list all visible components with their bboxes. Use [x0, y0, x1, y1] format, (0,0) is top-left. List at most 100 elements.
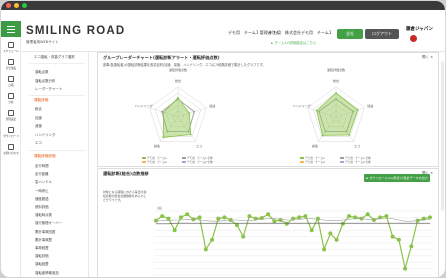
- nav-detail-item-9[interactable]: 累計事故歴: [35, 237, 52, 242]
- nav-detail-item-7[interactable]: 運行管理オーバー: [35, 220, 62, 225]
- nav-detail-item-12[interactable]: 運転経歴: [35, 261, 49, 266]
- nav-detail-item-10[interactable]: 事故経歴: [35, 245, 49, 250]
- radar-panel-toggle[interactable]: 開く ×: [422, 55, 433, 60]
- main-scrollbar[interactable]: [441, 61, 444, 211]
- line-point[interactable]: [347, 214, 352, 219]
- app-logo[interactable]: SMILING ROAD: [26, 25, 125, 37]
- line-point[interactable]: [197, 215, 202, 220]
- close-window-icon[interactable]: [6, 3, 11, 8]
- line-point[interactable]: [166, 216, 171, 221]
- line-point[interactable]: [203, 247, 208, 252]
- line-point[interactable]: [409, 244, 414, 249]
- nav-detail-item-1[interactable]: 走行距離: [35, 171, 49, 176]
- line-point[interactable]: [210, 237, 215, 242]
- nav-detail-item-11[interactable]: 運転評価: [35, 253, 49, 258]
- nav-general-item-0[interactable]: 運転点数: [35, 69, 49, 74]
- radar-point: [188, 112, 191, 115]
- line-point[interactable]: [328, 231, 333, 236]
- maximize-window-icon[interactable]: [22, 3, 27, 8]
- line-point[interactable]: [247, 214, 252, 219]
- section-driving-detail: 運転詳細評価: [34, 154, 56, 158]
- radar-point: [162, 111, 165, 114]
- line-point[interactable]: [297, 215, 302, 220]
- radar-axis-label: ハンドリング: [135, 103, 153, 108]
- line-point[interactable]: [340, 221, 345, 226]
- line-point[interactable]: [278, 217, 283, 222]
- iconbar-label: 安全運転: [5, 67, 17, 70]
- nav-detail-item-6[interactable]: 運転時点検: [35, 212, 52, 217]
- nav-score-item-2[interactable]: 減速: [35, 123, 42, 128]
- line-point[interactable]: [396, 237, 401, 242]
- nav-score-item-1[interactable]: 加速: [35, 115, 42, 120]
- menu-toggle-button[interactable]: [1, 21, 21, 37]
- iconbar-item-6[interactable]: お問い合わせ: [1, 143, 21, 157]
- csv-download-button[interactable]: ► ダウンロード(csv形式)で集計データの出力: [364, 174, 430, 182]
- line-point[interactable]: [241, 234, 246, 239]
- line-point[interactable]: [334, 237, 339, 242]
- nav-score-item-0[interactable]: 総合: [35, 106, 42, 111]
- score-panel-title: 運転診断(総合)点数推移: [103, 171, 149, 176]
- mode-select-button[interactable]: 全社: [337, 29, 363, 39]
- settings-link[interactable]: ► チーム1の詳細設定はこちら: [271, 40, 316, 45]
- iconbar-item-0[interactable]: スケジュール: [1, 41, 21, 55]
- iconbar-item-4[interactable]: 管理設定: [1, 109, 21, 123]
- nav-detail-item-3[interactable]: 一時停止: [35, 188, 49, 193]
- line-point[interactable]: [284, 221, 289, 226]
- nav-detail-item-0[interactable]: 走行時間: [35, 163, 49, 168]
- line-point[interactable]: [154, 218, 158, 223]
- line-point[interactable]: [160, 214, 165, 219]
- chart-icon: [8, 93, 14, 99]
- line-point[interactable]: [365, 212, 370, 217]
- line-point[interactable]: [303, 214, 308, 219]
- iconbar-item-2[interactable]: 日報: [1, 75, 21, 89]
- minimize-window-icon[interactable]: [14, 3, 19, 8]
- line-point[interactable]: [371, 217, 376, 222]
- line-point[interactable]: [216, 216, 221, 221]
- icon-sidebar: スケジュール安全運転日報分析管理設定ダウンロードお問い合わせ: [1, 21, 21, 277]
- iconbar-item-1[interactable]: 安全運転: [1, 58, 21, 72]
- nav-detail-item-2[interactable]: 急ハンドル: [35, 179, 52, 184]
- nav-score-item-3[interactable]: ハンドリング: [35, 132, 55, 137]
- section-driving-score: 運転評価: [34, 98, 49, 102]
- line-point[interactable]: [172, 228, 177, 233]
- line-point[interactable]: [234, 223, 239, 228]
- gear-icon: [8, 110, 14, 116]
- line-point[interactable]: [384, 214, 389, 219]
- iconbar-item-3[interactable]: 分析: [1, 92, 21, 106]
- logout-button[interactable]: ログアウト: [365, 29, 399, 39]
- score-trend-panel: 運転診断(総合)点数推移 開く × ► ダウンロード(csv形式)で集計データの…: [97, 168, 439, 277]
- line-point[interactable]: [185, 212, 190, 217]
- legend-swatch: [182, 157, 186, 159]
- legend-swatch: [340, 157, 344, 159]
- line-point[interactable]: [178, 215, 183, 220]
- line-point[interactable]: [266, 212, 271, 217]
- nav-general-item-1[interactable]: 運転点数分析: [35, 78, 55, 83]
- line-point[interactable]: [315, 216, 320, 221]
- graph-select-link[interactable]: エコ運転・改善グラフ選択: [34, 54, 75, 59]
- nav-detail-item-4[interactable]: 速度超過: [35, 196, 49, 201]
- nav-score-item-4[interactable]: エコ: [35, 140, 42, 145]
- line-point[interactable]: [309, 228, 314, 233]
- line-point[interactable]: [428, 215, 432, 220]
- legend-swatch: [142, 157, 146, 159]
- line-point[interactable]: [403, 266, 408, 271]
- legend-swatch: [182, 161, 186, 163]
- iconbar-item-5[interactable]: ダウンロード: [1, 126, 21, 140]
- radar-series-0: [316, 92, 359, 136]
- radar-axis-label: エコ: [354, 144, 360, 148]
- line-point[interactable]: [222, 215, 227, 220]
- window-titlebar: [1, 1, 445, 10]
- nav-detail-item-13[interactable]: 運転者情報追加: [35, 270, 59, 275]
- legend-swatch: [340, 161, 344, 163]
- nav-detail-item-8[interactable]: 累計事故回数: [35, 229, 55, 234]
- line-point[interactable]: [272, 219, 277, 224]
- line-point[interactable]: [322, 247, 327, 252]
- side-navigation: エコ運転・改善グラフ選択 運転点数運転点数分析レーダーチャート 運転評価 総合加…: [21, 52, 89, 277]
- nav-general-item-2[interactable]: レーダーチャート: [35, 86, 62, 91]
- legend-label: デモ用 チーム2 全体: [345, 161, 371, 164]
- radar-series-0: [162, 97, 192, 138]
- line-point[interactable]: [390, 234, 395, 239]
- iconbar-label: お問い合わせ: [3, 152, 19, 155]
- radar-panel: グループレーダーチャート(運転診断アラート・運転評価点数) 開く × 各車(各運…: [97, 52, 439, 167]
- nav-detail-item-5[interactable]: 燃料評価: [35, 204, 49, 209]
